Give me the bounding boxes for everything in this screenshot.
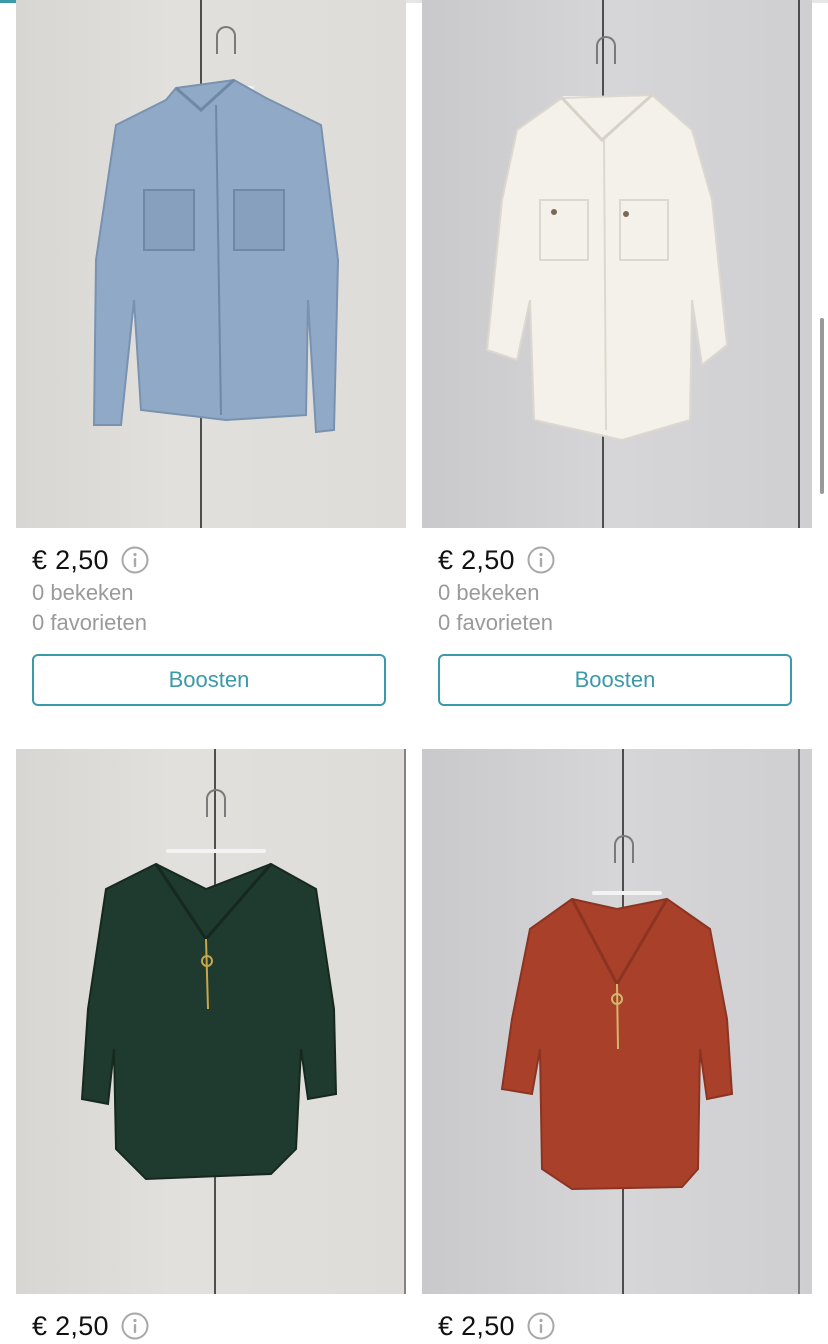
- boost-button[interactable]: Boosten: [32, 654, 386, 706]
- listing-photo[interactable]: [422, 0, 812, 528]
- price-label: € 2,50: [438, 1310, 515, 1341]
- listing-card[interactable]: € 2,50 0 bekeken 0 favorieten Boosten: [16, 0, 406, 706]
- favorites-count: 0 favorieten: [438, 610, 553, 635]
- white-blouse-image: [485, 93, 729, 442]
- listing-photo[interactable]: [422, 749, 812, 1294]
- views-count: 0 bekeken: [32, 580, 134, 605]
- scrollbar[interactable]: [820, 318, 824, 494]
- denim-shirt-image: [92, 78, 340, 434]
- price-label: € 2,50: [32, 1310, 109, 1341]
- favorites-count: 0 favorieten: [32, 610, 147, 635]
- info-icon[interactable]: [527, 1312, 555, 1340]
- info-icon[interactable]: [121, 546, 149, 574]
- green-blouse-image: [80, 862, 338, 1181]
- listing-card[interactable]: € 2,50: [16, 749, 406, 1344]
- price-label: € 2,50: [438, 544, 515, 575]
- rust-blouse-image: [500, 897, 734, 1191]
- info-icon[interactable]: [121, 1312, 149, 1340]
- info-icon[interactable]: [527, 546, 555, 574]
- listing-photo[interactable]: [16, 0, 406, 528]
- listing-card[interactable]: € 2,50: [422, 749, 812, 1344]
- price-label: € 2,50: [32, 544, 109, 575]
- boost-button[interactable]: Boosten: [438, 654, 792, 706]
- listing-photo[interactable]: [16, 749, 406, 1294]
- listing-card[interactable]: € 2,50 0 bekeken 0 favorieten Boosten: [422, 0, 812, 706]
- views-count: 0 bekeken: [438, 580, 540, 605]
